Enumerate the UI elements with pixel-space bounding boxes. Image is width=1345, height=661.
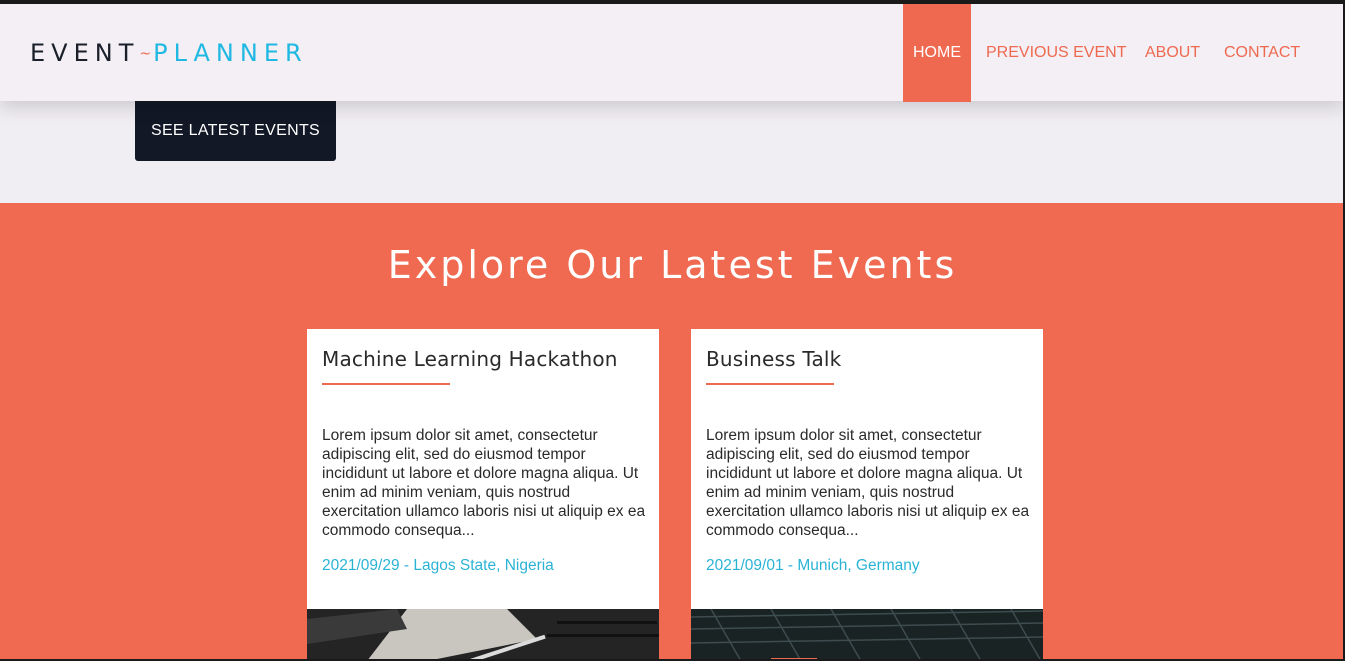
event-card-divider [706,383,834,385]
event-card-description: Lorem ipsum dolor sit amet, consectetur … [322,427,646,539]
brand-logo-separator: ~ [139,46,154,62]
nav-item-about[interactable]: ABOUT [1145,4,1200,101]
window-top-border [0,0,1345,4]
events-section-title: Explore Our Latest Events [387,243,958,287]
brand-logo-part2: PLANNER [153,39,308,67]
nav-item-contact[interactable]: CONTACT [1224,4,1300,101]
event-card-divider [322,383,450,385]
event-card-image [691,608,1043,661]
event-card-date-location: 2021/09/29 - Lagos State, Nigeria [322,557,554,574]
brand-logo[interactable]: EVENT~PLANNER [30,40,308,70]
event-card[interactable]: Business Talk Lorem ipsum dolor sit amet… [691,329,1043,661]
event-card-image [307,609,659,661]
event-card-date-location: 2021/09/01 - Munich, Germany [706,557,920,574]
event-card[interactable]: Machine Learning Hackathon Lorem ipsum d… [307,329,659,661]
event-card-description: Lorem ipsum dolor sit amet, consectetur … [706,427,1030,539]
event-card-image-photo [691,608,1043,661]
nav-item-previous-event[interactable]: PREVIOUS EVENT [986,4,1126,101]
event-card-title[interactable]: Business Talk [706,347,841,371]
brand-logo-part1: EVENT [30,39,140,67]
event-card-title[interactable]: Machine Learning Hackathon [322,347,618,371]
nav-item-home[interactable]: HOME [903,4,971,102]
latest-events-section: Explore Our Latest Events Machine Learni… [0,203,1345,661]
navbar: EVENT~PLANNER [0,4,1345,101]
see-latest-events-button[interactable]: SEE LATEST EVENTS [135,100,336,161]
event-card-image-photo [307,609,659,661]
